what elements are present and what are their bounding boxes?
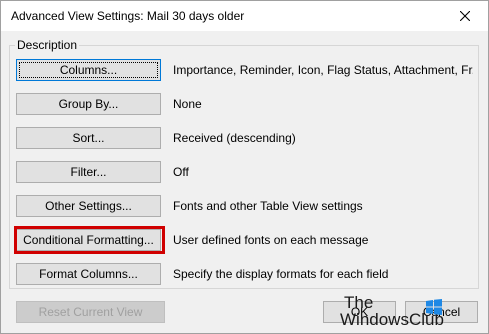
filter-description: Off: [173, 165, 189, 179]
group-legend: Description: [15, 38, 80, 52]
other-settings-button[interactable]: Other Settings...: [16, 195, 161, 217]
group-by-description: None: [173, 97, 202, 111]
sort-description: Received (descending): [173, 131, 296, 145]
row-sort: Sort... Received (descending): [16, 127, 476, 149]
row-format-columns: Format Columns... Specify the display fo…: [16, 263, 476, 285]
row-columns: Columns... Importance, Reminder, Icon, F…: [16, 59, 476, 81]
filter-button[interactable]: Filter...: [16, 161, 161, 183]
close-icon: [460, 11, 470, 21]
row-other-settings: Other Settings... Fonts and other Table …: [16, 195, 476, 217]
conditional-formatting-description: User defined fonts on each message: [173, 233, 369, 247]
columns-description: Importance, Reminder, Icon, Flag Status,…: [173, 63, 473, 77]
format-columns-button[interactable]: Format Columns...: [16, 263, 161, 285]
row-group-by: Group By... None: [16, 93, 476, 115]
row-filter: Filter... Off: [16, 161, 476, 183]
window-title: Advanced View Settings: Mail 30 days old…: [11, 9, 245, 23]
ok-button[interactable]: OK: [323, 301, 396, 323]
reset-current-view-button[interactable]: Reset Current View: [16, 301, 165, 323]
row-conditional-formatting: Conditional Formatting... User defined f…: [16, 229, 476, 251]
cancel-button[interactable]: Cancel: [405, 301, 478, 323]
conditional-formatting-button[interactable]: Conditional Formatting...: [16, 229, 161, 251]
other-settings-description: Fonts and other Table View settings: [173, 199, 363, 213]
format-columns-description: Specify the display formats for each fie…: [173, 267, 389, 281]
close-button[interactable]: [442, 1, 488, 31]
group-by-button[interactable]: Group By...: [16, 93, 161, 115]
title-bar: Advanced View Settings: Mail 30 days old…: [1, 1, 488, 31]
columns-button[interactable]: Columns...: [16, 59, 161, 81]
sort-button[interactable]: Sort...: [16, 127, 161, 149]
